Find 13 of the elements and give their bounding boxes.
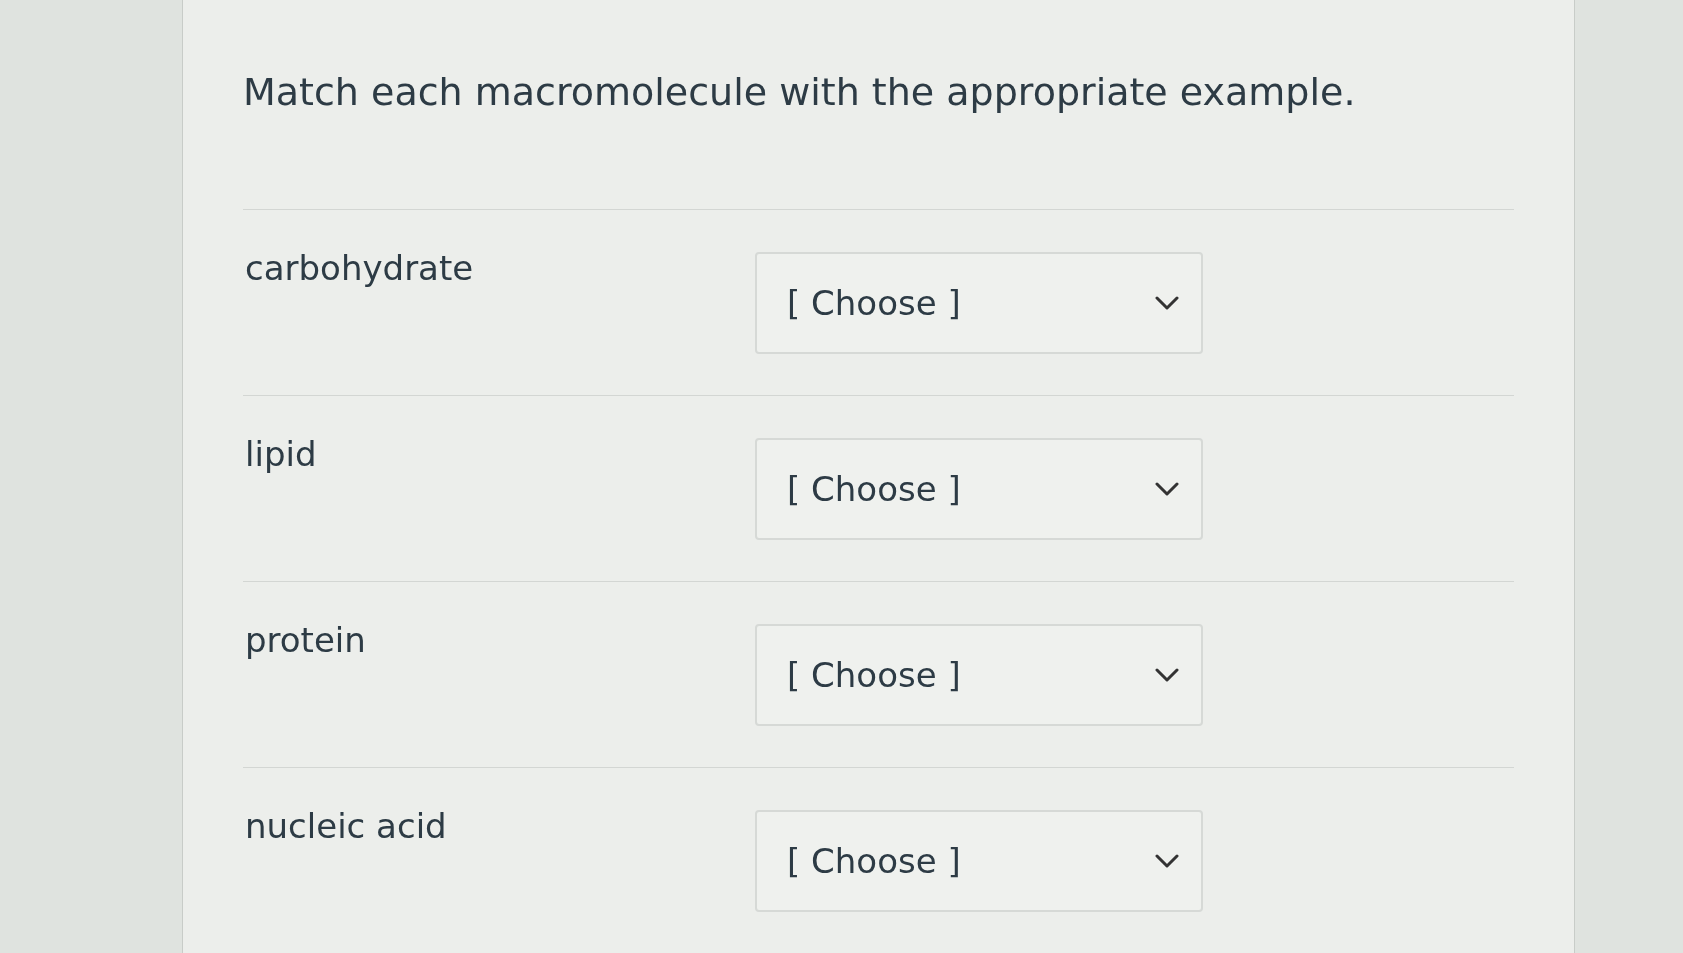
question-prompt: Match each macromolecule with the appropriate example. <box>243 70 1357 114</box>
choose-dropdown[interactable]: [ Choose ] <box>755 438 1203 540</box>
choose-dropdown[interactable]: [ Choose ] <box>755 624 1203 726</box>
answer-label: carbohydrate <box>244 248 475 288</box>
chevron-down-icon <box>1155 296 1179 310</box>
answer-label: protein <box>244 620 367 660</box>
chevron-down-icon <box>1155 668 1179 682</box>
answer-label: nucleic acid <box>244 806 448 846</box>
choose-dropdown[interactable]: [ Choose ] <box>755 810 1203 912</box>
choose-dropdown[interactable]: [ Choose ] <box>755 252 1203 354</box>
answer-label: lipid <box>244 434 318 474</box>
chevron-down-icon <box>1155 854 1179 868</box>
chevron-down-icon <box>1155 482 1179 496</box>
